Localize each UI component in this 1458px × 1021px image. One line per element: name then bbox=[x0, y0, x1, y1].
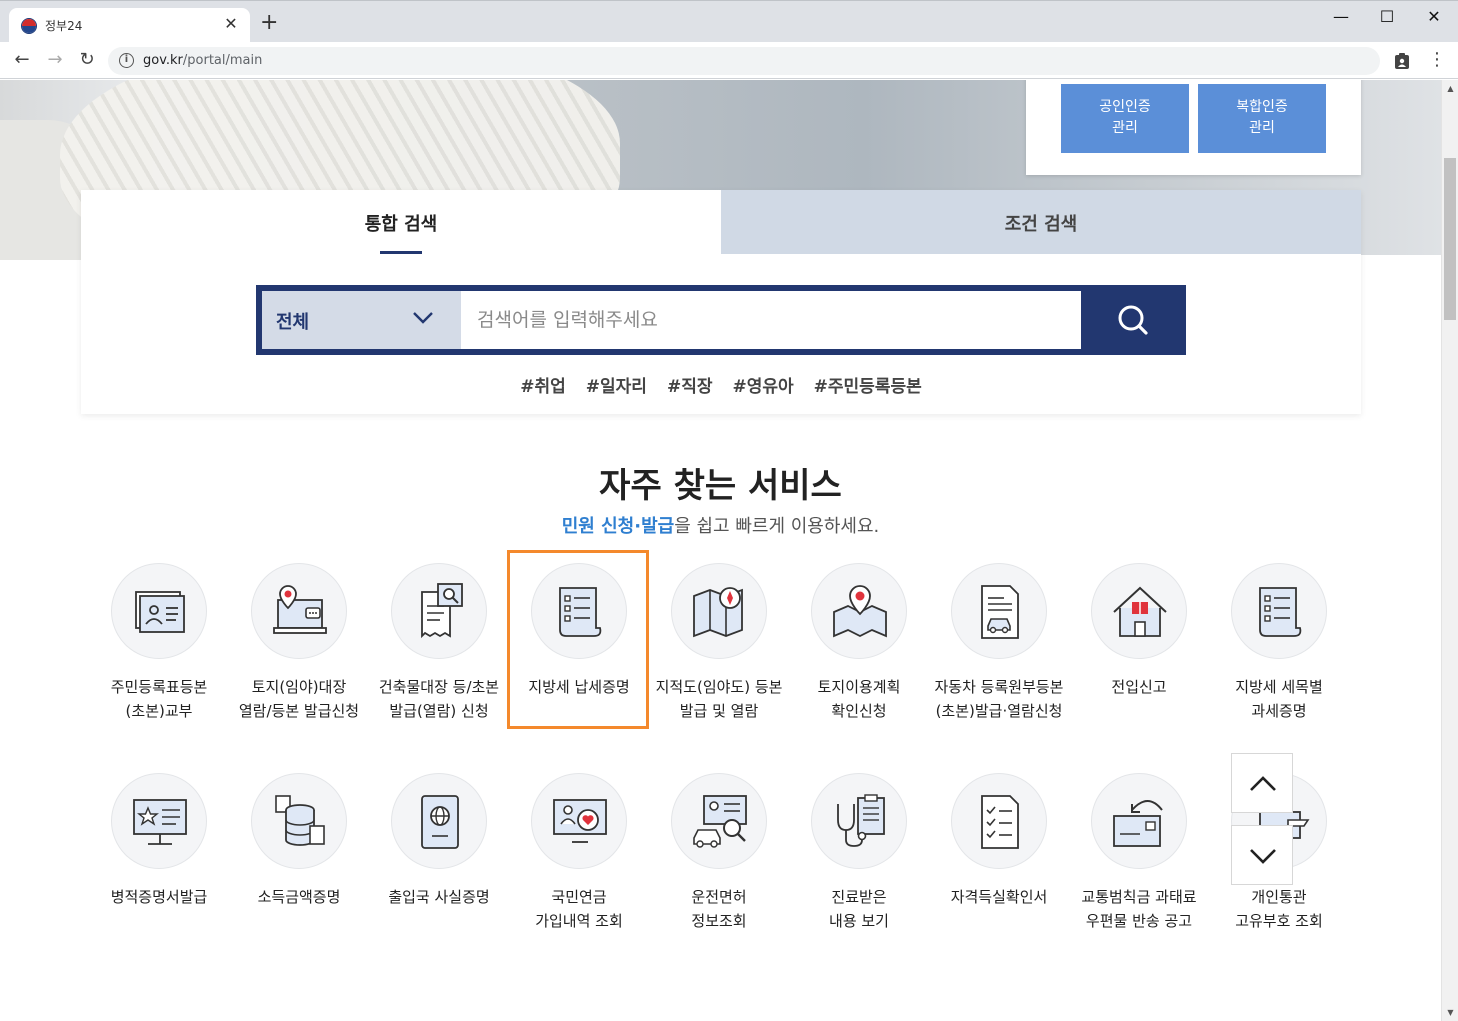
search-panel: 통합 검색 조건 검색 전체 #취업 #일자리 #직장 #영유아 #주민등록등본 bbox=[81, 190, 1361, 414]
section-subtitle: 민원 신청·발급을 쉽고 빠르게 이용하세요. bbox=[561, 516, 880, 537]
checklist-scroll-icon bbox=[1259, 587, 1302, 637]
selection-highlight bbox=[507, 550, 649, 729]
forward-arrow-icon[interactable]: → bbox=[44, 49, 66, 70]
minimize-button[interactable]: — bbox=[1326, 7, 1356, 26]
url-text: gov.kr/portal/main bbox=[143, 53, 263, 68]
car-document-icon bbox=[981, 585, 1019, 639]
tab-title: 정부24 bbox=[45, 19, 83, 33]
scroll-down-arrow-icon[interactable]: ▼ bbox=[1442, 1004, 1458, 1021]
section-title: 자주 찾는 서비스 bbox=[599, 466, 842, 506]
gov-logo-icon bbox=[21, 18, 37, 34]
service-icon-circle bbox=[391, 773, 487, 869]
reload-icon[interactable]: ↻ bbox=[76, 49, 98, 70]
service-icon-circle bbox=[811, 773, 907, 869]
id-card-icon bbox=[135, 591, 185, 633]
service-icon-circle bbox=[671, 563, 767, 659]
service-label: 운전면허 정보조회 bbox=[691, 888, 747, 930]
browser-toolbar: ← → ↻ i gov.kr/portal/main ⋮ bbox=[0, 42, 1458, 79]
map-pin-icon bbox=[833, 585, 887, 638]
public-cert-button[interactable]: 공인인증 관리 bbox=[1061, 84, 1189, 153]
service-label: 개인통관 고유부호 조회 bbox=[1235, 888, 1323, 930]
service-label: 지적도(임야도) 등본 발급 및 열람 bbox=[655, 678, 783, 720]
search-input[interactable] bbox=[461, 291, 1081, 349]
service-label: 지방세 세목별 과세증명 bbox=[1235, 678, 1323, 720]
hashtag-list: #취업 #일자리 #직장 #영유아 #주민등록등본 bbox=[81, 372, 1361, 397]
search-icon bbox=[1118, 305, 1148, 335]
service-icon-circle bbox=[111, 773, 207, 869]
service-icon-circle bbox=[1091, 773, 1187, 869]
map-compass-icon bbox=[693, 587, 743, 638]
hashtag-link[interactable]: #주민등록등본 bbox=[814, 377, 922, 397]
house-icon bbox=[1113, 586, 1167, 637]
service-label: 자동차 등록원부등본 (초본)발급·열람신청 bbox=[934, 678, 1064, 720]
service-icon-circle bbox=[251, 563, 347, 659]
scroll-bottom-button[interactable] bbox=[1231, 825, 1293, 885]
passport-icon bbox=[421, 795, 459, 849]
address-bar[interactable]: i gov.kr/portal/main bbox=[108, 47, 1380, 75]
service-label: 병적증명서발급 bbox=[110, 888, 208, 906]
service-icon-circle bbox=[811, 563, 907, 659]
service-label: 교통범칙금 과태료 우편물 반송 공고 bbox=[1081, 888, 1197, 930]
info-icon[interactable]: i bbox=[119, 53, 134, 68]
page-scrollbar[interactable]: ▲ ▼ bbox=[1441, 80, 1458, 1021]
back-arrow-icon[interactable]: ← bbox=[11, 49, 33, 70]
search-bar: 전체 bbox=[256, 285, 1186, 355]
page-viewport: 공인인증 관리 복합인증 관리 통합 검색 조건 검색 전체 검색어를 입력해주… bbox=[0, 80, 1441, 1021]
service-icon-circle bbox=[531, 773, 627, 869]
service-label: 소득금액증명 bbox=[257, 888, 341, 906]
service-label: 전입신고 bbox=[1111, 678, 1167, 696]
pension-monitor-icon bbox=[553, 799, 607, 843]
service-icon-circle bbox=[951, 773, 1047, 869]
scroll-up-arrow-icon[interactable]: ▲ bbox=[1442, 80, 1458, 97]
joint-cert-button[interactable]: 복합인증 관리 bbox=[1198, 84, 1326, 153]
service-icon-circle bbox=[1091, 563, 1187, 659]
stethoscope-icon bbox=[837, 794, 885, 847]
service-label: 자격득실확인서 bbox=[950, 888, 1048, 906]
scroll-thumb[interactable] bbox=[1444, 158, 1456, 320]
service-label: 진료받은 내용 보기 bbox=[829, 888, 889, 930]
hashtag-link[interactable]: #영유아 bbox=[732, 377, 793, 397]
mail-return-icon bbox=[1113, 800, 1163, 847]
checklist-icon bbox=[981, 795, 1019, 849]
service-icon-circle bbox=[1231, 563, 1327, 659]
service-label: 출입국 사실증명 bbox=[388, 888, 490, 906]
chevron-down-icon bbox=[1250, 849, 1276, 864]
service-label: 건축물대장 등/초본 발급(열람) 신청 bbox=[378, 678, 500, 720]
tab-integrated-search[interactable]: 통합 검색 bbox=[81, 190, 721, 254]
hashtag-link[interactable]: #일자리 bbox=[586, 377, 647, 397]
service-icon-circle bbox=[951, 563, 1047, 659]
document-search-icon bbox=[421, 583, 463, 639]
service-label: 토지이용계획 확인신청 bbox=[817, 678, 901, 720]
maximize-button[interactable]: ☐ bbox=[1372, 7, 1402, 26]
license-search-icon bbox=[693, 795, 747, 848]
coin-stack-icon bbox=[275, 795, 325, 846]
window-close-button[interactable]: ✕ bbox=[1419, 7, 1449, 26]
service-icon-circle bbox=[111, 563, 207, 659]
chevron-down-icon bbox=[413, 312, 433, 324]
browser-titlebar: 정부24 ✕ + — ☐ ✕ bbox=[0, 0, 1458, 43]
military-monitor-icon bbox=[133, 799, 187, 845]
certificate-panel: 공인인증 관리 복합인증 관리 bbox=[1026, 80, 1361, 175]
service-label: 국민연금 가입내역 조회 bbox=[535, 888, 623, 930]
service-icon-circle bbox=[671, 773, 767, 869]
kebab-menu-icon[interactable]: ⋮ bbox=[1428, 49, 1446, 70]
service-icon-circle bbox=[391, 563, 487, 659]
laptop-location-icon bbox=[273, 585, 327, 634]
new-tab-button[interactable]: + bbox=[260, 12, 278, 34]
tab-close-icon[interactable]: ✕ bbox=[222, 14, 240, 33]
search-button[interactable] bbox=[1081, 285, 1186, 355]
service-icon-circle bbox=[251, 773, 347, 869]
chevron-up-icon bbox=[1250, 776, 1276, 791]
browser-tab[interactable]: 정부24 ✕ bbox=[9, 8, 250, 43]
tab-conditional-search[interactable]: 조건 검색 bbox=[721, 190, 1361, 254]
service-label: 주민등록표등본 (초본)교부 bbox=[110, 678, 208, 720]
clipboard-extension-icon[interactable] bbox=[1393, 52, 1411, 70]
hashtag-link[interactable]: #취업 bbox=[520, 377, 566, 397]
scroll-top-button[interactable] bbox=[1231, 753, 1293, 813]
service-label: 토지(임야)대장 열람/등본 발급신청 bbox=[238, 678, 360, 720]
hashtag-link[interactable]: #직장 bbox=[667, 377, 713, 397]
category-select[interactable]: 전체 bbox=[262, 291, 461, 349]
